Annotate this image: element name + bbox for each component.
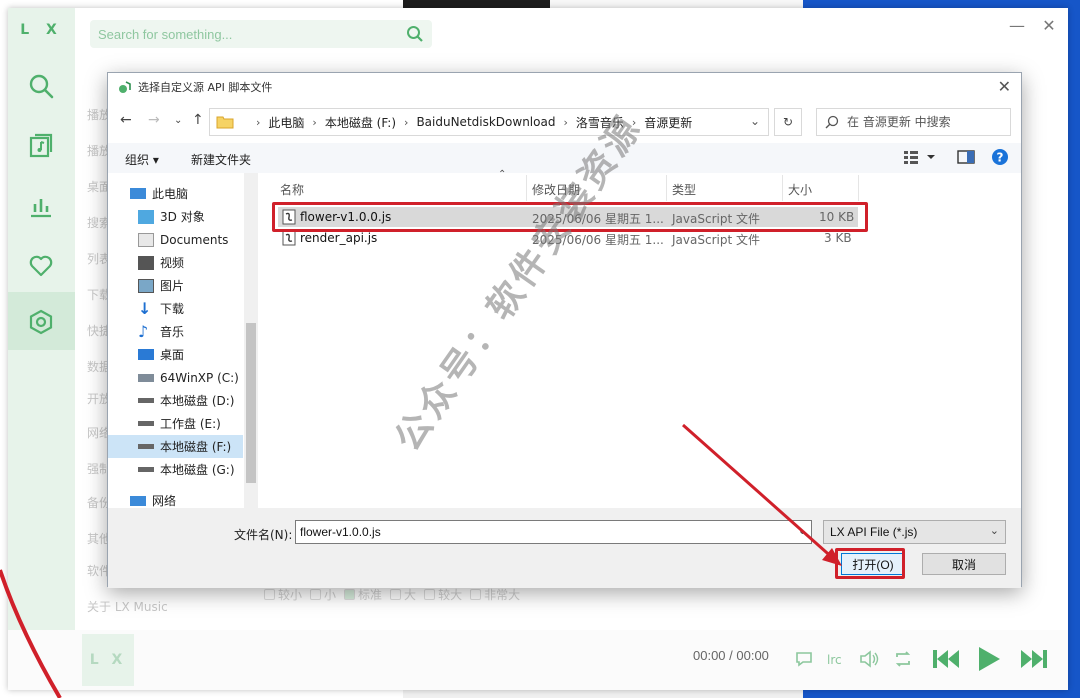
red-arrow-annotation <box>682 423 842 566</box>
